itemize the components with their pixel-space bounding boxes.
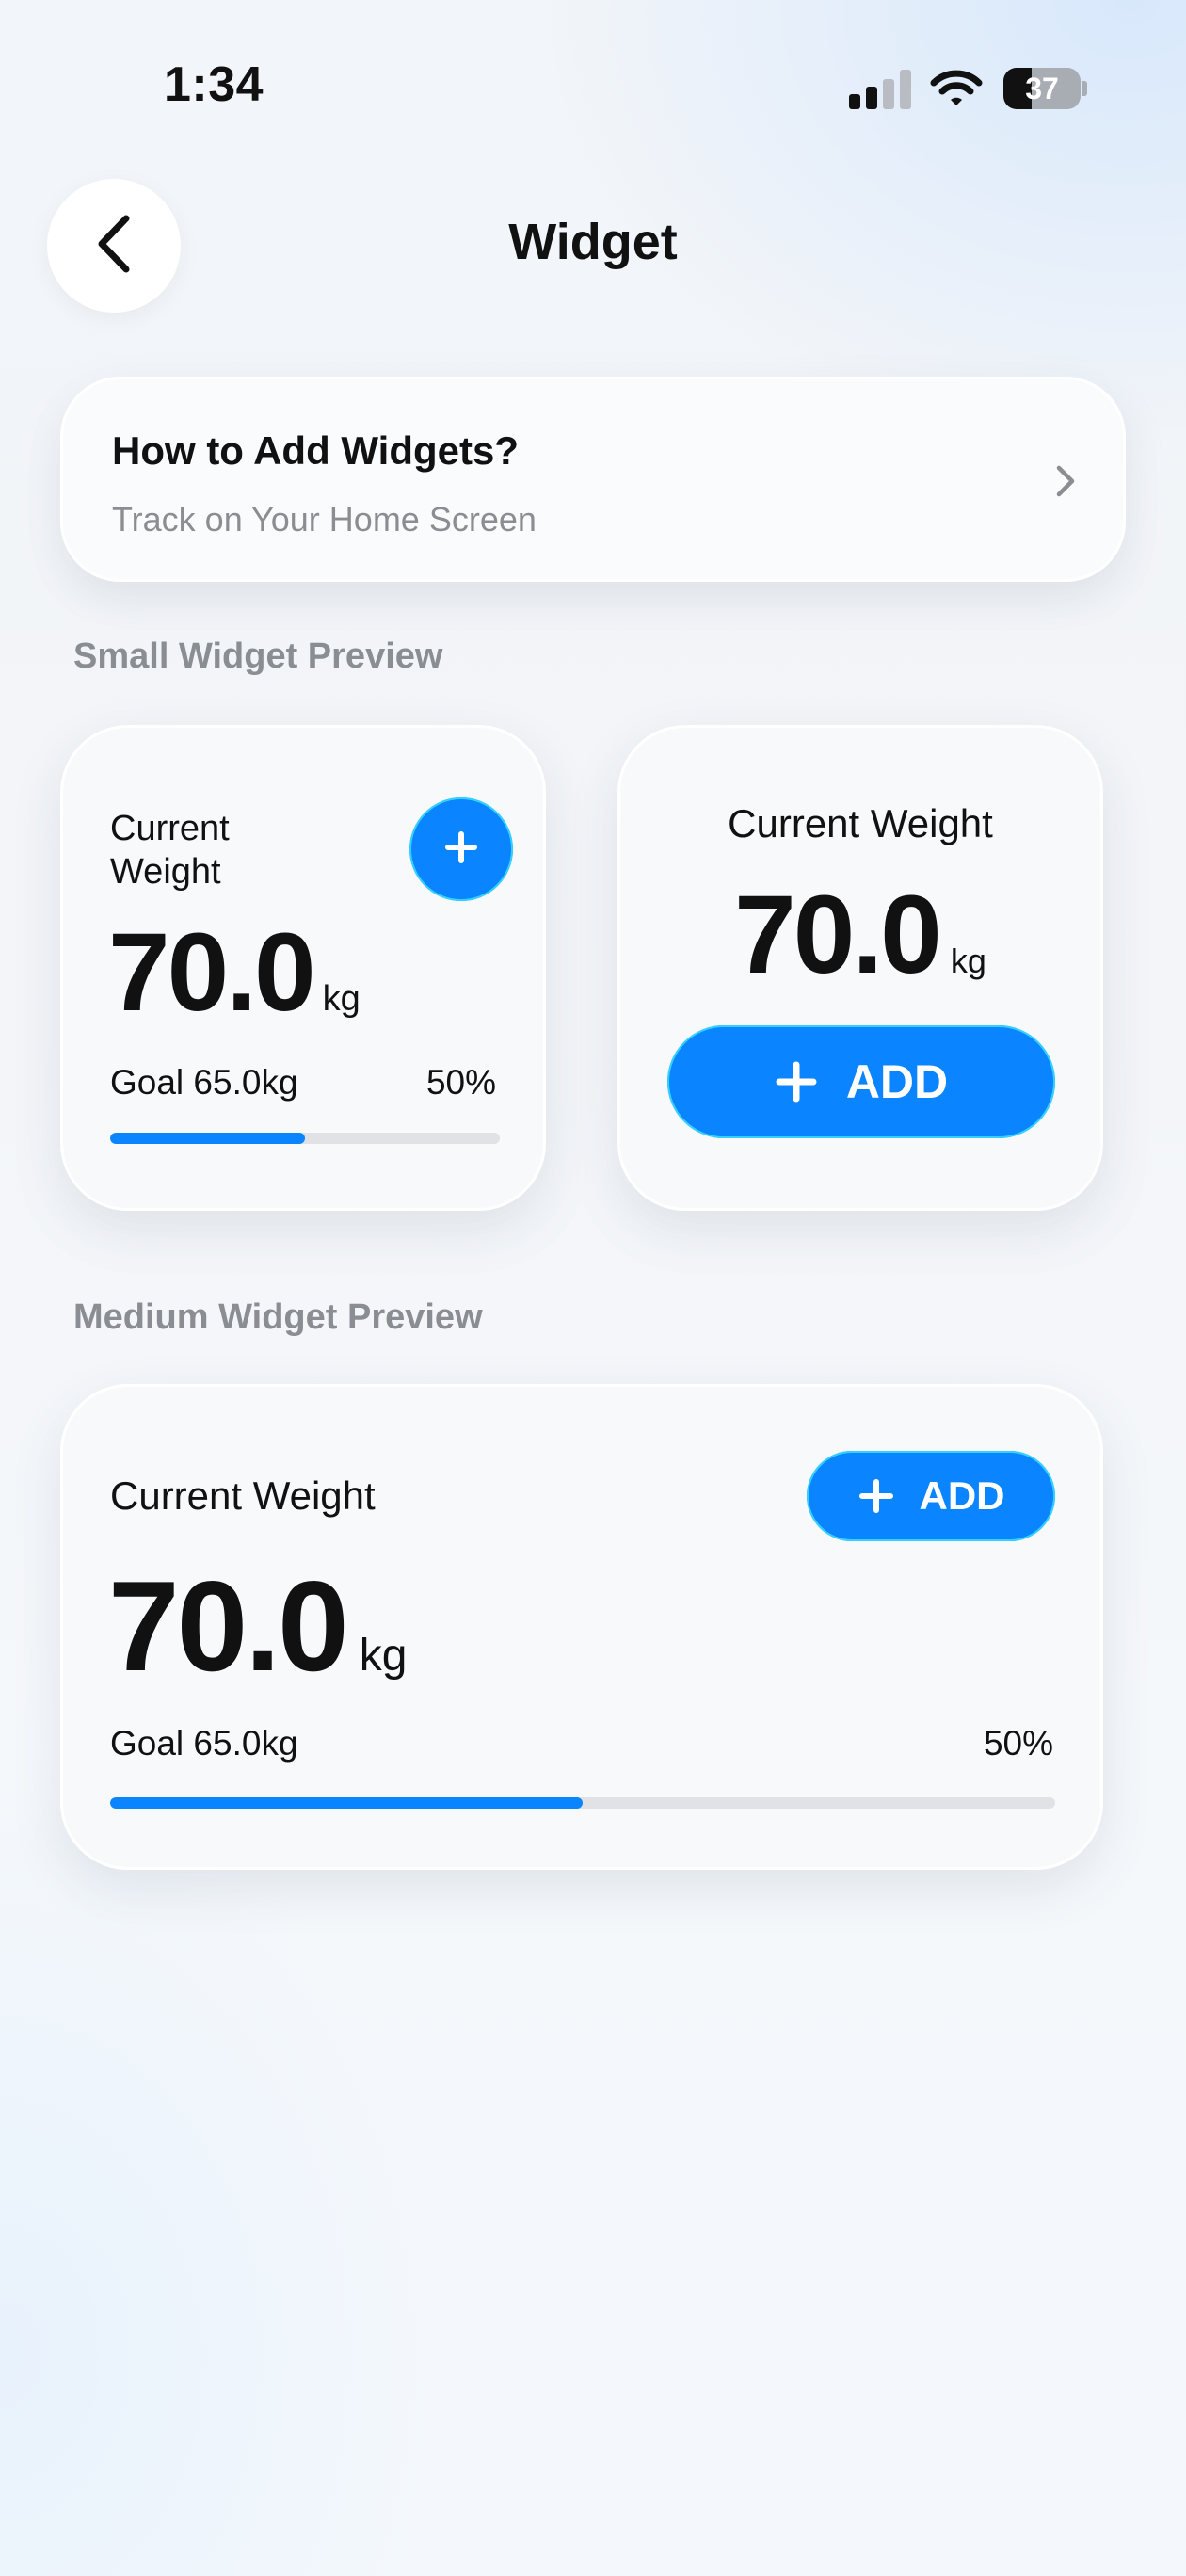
medium-widget-percent: 50%: [983, 1724, 1053, 1763]
small-widget-add-button[interactable]: [409, 797, 513, 901]
small-widget-2-weight-value: 70.0: [734, 873, 942, 997]
medium-widget-weight-value: 70.0: [108, 1554, 349, 1698]
status-time: 1:34: [164, 57, 264, 112]
small-widget-weight-unit: kg: [322, 979, 361, 1019]
small-widget-preview-1[interactable]: Current Weight 70.0 kg Goal 65.0kg 50%: [60, 725, 546, 1211]
small-widget-percent: 50%: [425, 1063, 496, 1102]
wifi-icon: [930, 68, 983, 109]
status-bar: 1:34 37: [0, 0, 1186, 169]
plus-icon: [857, 1477, 895, 1515]
medium-widget-label: Current Weight: [110, 1473, 376, 1518]
small-widget-2-add-label: ADD: [845, 1055, 949, 1108]
medium-widget-weight-unit: kg: [359, 1631, 408, 1681]
small-widget-section-label: Small Widget Preview: [73, 636, 443, 676]
small-widget-weight-value: 70.0: [108, 910, 316, 1035]
medium-widget-goal: Goal 65.0kg: [110, 1724, 298, 1763]
small-widget-2-weight-unit: kg: [950, 942, 986, 980]
small-widget-2-add-button[interactable]: ADD: [667, 1025, 1055, 1138]
chevron-right-icon: [1048, 462, 1082, 500]
how-to-add-widgets-card[interactable]: How to Add Widgets? Track on Your Home S…: [60, 377, 1126, 582]
signal-icon: [849, 68, 913, 109]
plus-icon: [775, 1060, 818, 1103]
plus-icon: [442, 829, 480, 871]
battery-icon: 37: [1003, 68, 1087, 109]
small-widget-2-label: Current Weight: [728, 801, 993, 845]
page-title: Widget: [508, 214, 678, 270]
small-widget-progress-fill: [110, 1133, 305, 1144]
small-widget-goal: Goal 65.0kg: [110, 1063, 298, 1102]
medium-widget-section-label: Medium Widget Preview: [73, 1297, 483, 1337]
howto-title: How to Add Widgets?: [112, 428, 519, 473]
medium-widget-preview[interactable]: Current Weight ADD 70.0 kg Goal 65.0kg 5…: [60, 1384, 1103, 1870]
medium-widget-add-button[interactable]: ADD: [807, 1451, 1055, 1541]
small-widget-preview-2[interactable]: Current Weight 70.0 kg ADD: [617, 725, 1103, 1211]
medium-widget-add-label: ADD: [919, 1473, 1005, 1518]
small-widget-label: Current Weight: [110, 809, 230, 892]
small-widget-progress-bar: [110, 1133, 500, 1144]
howto-subtitle: Track on Your Home Screen: [112, 500, 537, 539]
medium-widget-progress-bar: [110, 1797, 1055, 1809]
medium-widget-progress-fill: [110, 1797, 583, 1809]
battery-percent: 37: [1025, 72, 1059, 105]
